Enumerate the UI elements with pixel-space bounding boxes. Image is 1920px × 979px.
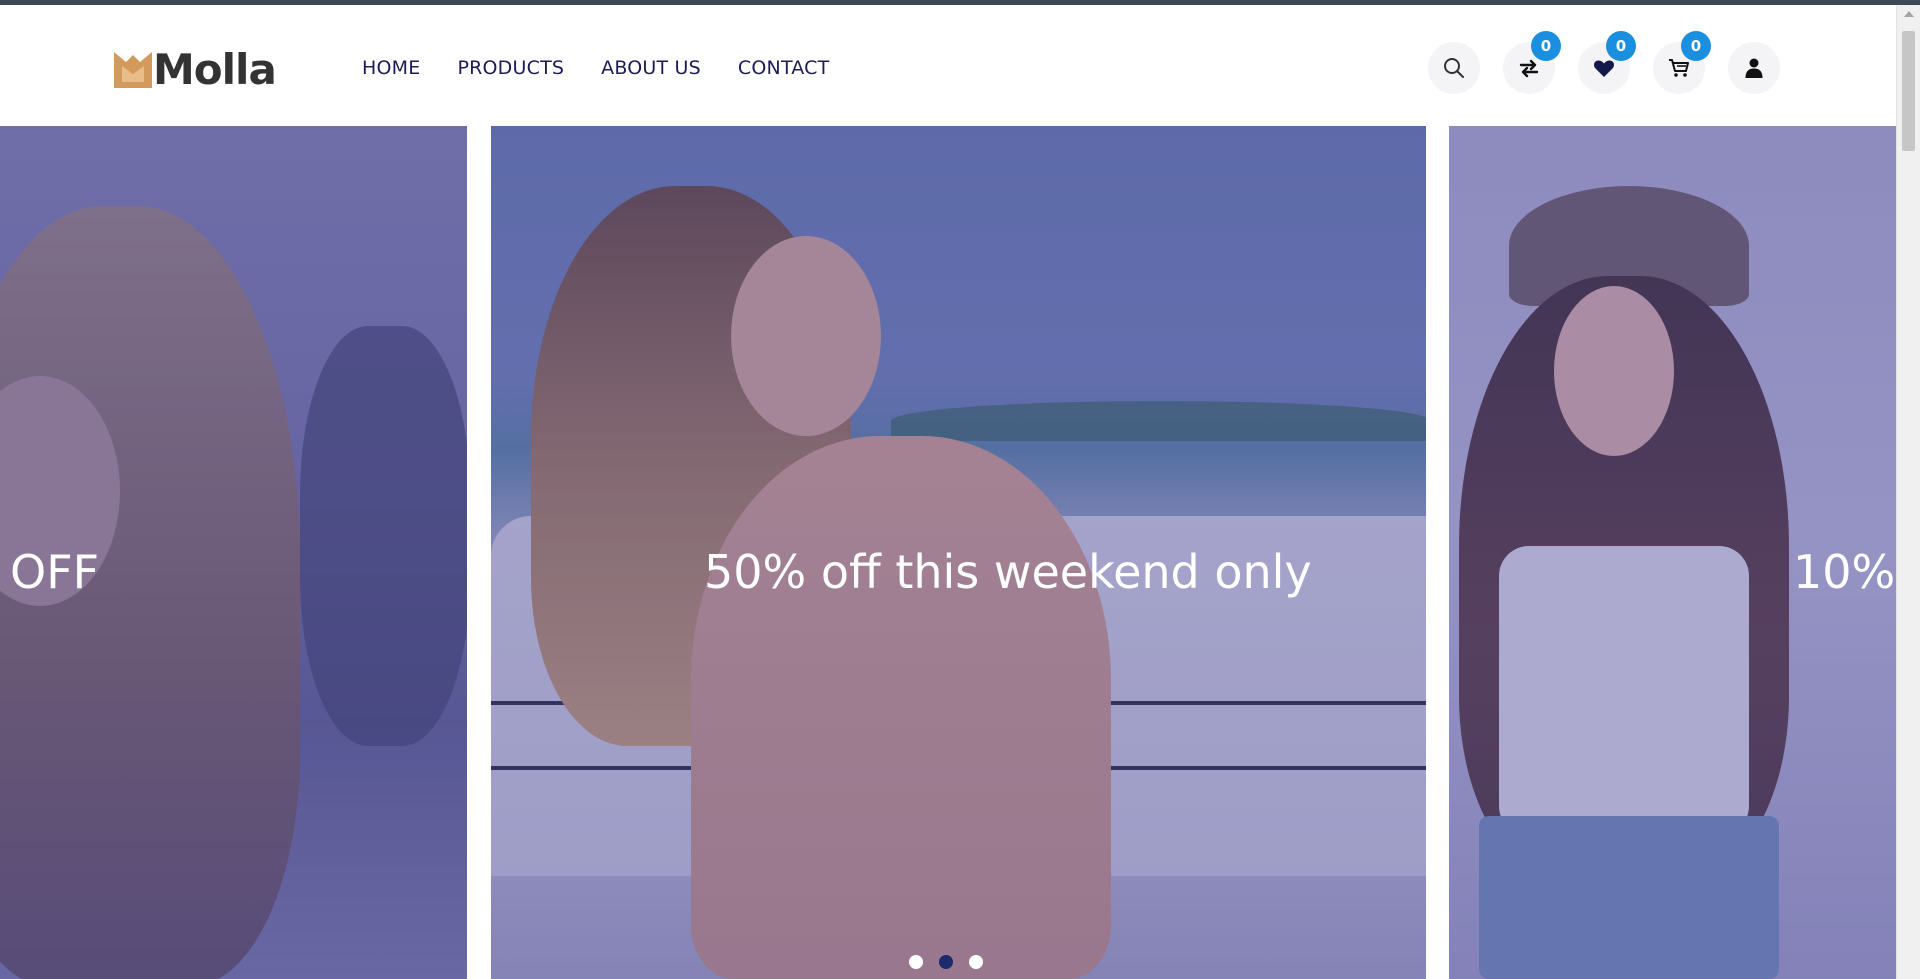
carousel-slide-2[interactable]: 50% off this weekend only [491, 126, 1426, 979]
brand-name: Molla [153, 45, 277, 94]
cart-count-badge: 0 [1681, 31, 1711, 61]
slide-1-caption: OFF [10, 545, 100, 599]
compare-button[interactable]: 0 [1503, 31, 1561, 94]
nav-products[interactable]: PRODUCTS [457, 57, 564, 79]
brand-logo-mark-icon [114, 52, 152, 88]
brand-logo[interactable]: Molla [114, 45, 277, 94]
scrollbar-thumb[interactable] [1902, 31, 1915, 151]
search-icon [1444, 58, 1464, 78]
cart-icon [1669, 59, 1689, 77]
hero-carousel: OFF 50% off this weekend only 10% [0, 126, 1896, 979]
compare-arrows-icon [1519, 59, 1539, 78]
heart-icon [1594, 60, 1614, 77]
wishlist-button[interactable]: 0 [1578, 31, 1636, 94]
slide-3-caption: 10% [1793, 545, 1896, 599]
header-actions: 0 0 0 [1428, 31, 1780, 94]
scroll-up-arrow-icon[interactable] [1904, 11, 1914, 17]
nav-about-us[interactable]: ABOUT US [601, 57, 701, 79]
nav-contact[interactable]: CONTACT [738, 57, 830, 79]
carousel-dot-2[interactable] [939, 955, 953, 969]
carousel-slide-3[interactable]: 10% [1449, 126, 1896, 979]
slide-2-caption: 50% off this weekend only [704, 545, 1312, 599]
user-icon [1745, 58, 1763, 78]
nav-home[interactable]: HOME [362, 57, 420, 79]
cart-button[interactable]: 0 [1653, 31, 1711, 94]
search-button[interactable] [1428, 42, 1480, 94]
wishlist-count-badge: 0 [1606, 31, 1636, 61]
main-nav: HOME PRODUCTS ABOUT US CONTACT [362, 57, 829, 79]
page-scrollbar[interactable] [1896, 5, 1920, 979]
account-button[interactable] [1728, 42, 1780, 94]
site-header: Molla HOME PRODUCTS ABOUT US CONTACT 0 0 [0, 5, 1896, 126]
carousel-dots [909, 955, 983, 969]
carousel-slide-1[interactable]: OFF [0, 126, 467, 979]
compare-count-badge: 0 [1531, 31, 1561, 61]
carousel-dot-3[interactable] [969, 955, 983, 969]
carousel-dot-1[interactable] [909, 955, 923, 969]
